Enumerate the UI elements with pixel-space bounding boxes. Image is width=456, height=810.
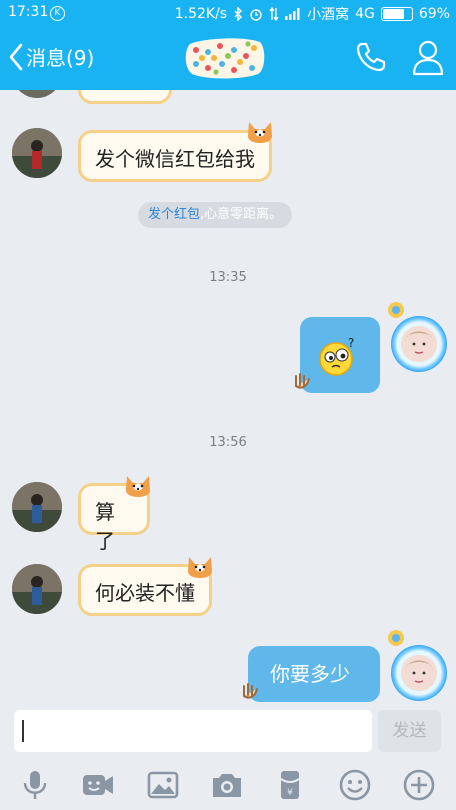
system-notice: 发个红包,心意零距离。 bbox=[138, 202, 293, 228]
microphone-icon[interactable] bbox=[18, 768, 52, 802]
back-button[interactable]: 消息(9) bbox=[8, 42, 94, 71]
contact-avatar[interactable] bbox=[12, 128, 62, 178]
corgi-icon bbox=[248, 122, 272, 143]
system-notice-text: ,心意零距离。 bbox=[200, 207, 283, 222]
crown-sticker-icon bbox=[388, 630, 404, 646]
plus-icon[interactable] bbox=[402, 768, 436, 802]
bottom-toolbar: ¥ bbox=[0, 760, 456, 810]
battery-percent: 69% bbox=[418, 6, 450, 22]
alarm-icon bbox=[250, 9, 262, 21]
message-text: 何必装不懂 bbox=[95, 581, 195, 605]
waving-hand-icon bbox=[243, 683, 258, 699]
contact-profile-icon[interactable] bbox=[410, 38, 446, 76]
corgi-icon bbox=[188, 557, 212, 578]
top-bar: 17:31 K 1.52K/s 小酒窝 4G 69% 消息(9) bbox=[0, 0, 456, 90]
k-badge-icon: K bbox=[50, 6, 65, 21]
chat-header: 消息(9) bbox=[0, 26, 456, 90]
back-label: 消息(9) bbox=[26, 46, 95, 70]
network-type: 4G bbox=[355, 6, 375, 22]
my-avatar-photo bbox=[401, 655, 437, 691]
message-text: 发个微信红包给我 bbox=[95, 147, 255, 171]
waving-hand-icon bbox=[295, 373, 310, 389]
svg-text:¥: ¥ bbox=[287, 788, 293, 798]
camera-icon[interactable] bbox=[210, 768, 244, 802]
my-avatar[interactable] bbox=[391, 316, 447, 372]
message-text: 算了 bbox=[95, 500, 115, 553]
message-text: 你要多少 bbox=[270, 662, 350, 686]
battery-icon bbox=[380, 7, 413, 21]
emoji-icon[interactable] bbox=[338, 768, 372, 802]
message-bubble-partial[interactable] bbox=[78, 90, 172, 104]
data-arrows-icon bbox=[269, 7, 279, 21]
corgi-icon bbox=[126, 476, 150, 497]
contact-avatar-partial[interactable] bbox=[12, 90, 62, 98]
network-speed: 1.52K/s bbox=[174, 6, 228, 22]
text-caret bbox=[22, 720, 24, 742]
contact-avatar[interactable] bbox=[12, 482, 62, 532]
message-bubble-incoming[interactable]: 发个微信红包给我 bbox=[78, 130, 272, 182]
signal-icon bbox=[285, 8, 300, 20]
battery-level bbox=[382, 9, 404, 19]
message-bubble-outgoing-emoji[interactable]: ? bbox=[300, 317, 380, 393]
status-right: 1.52K/s 小酒窝 4G 69% bbox=[175, 4, 450, 24]
phone-icon[interactable] bbox=[354, 40, 388, 74]
contact-avatar[interactable] bbox=[12, 564, 62, 614]
bluetooth-icon bbox=[234, 7, 243, 21]
message-bubble-outgoing[interactable]: 你要多少 bbox=[248, 646, 380, 702]
chevron-left-icon bbox=[9, 43, 23, 70]
contact-name-badge[interactable] bbox=[184, 36, 266, 80]
status-bar: 17:31 K 1.52K/s 小酒窝 4G 69% bbox=[0, 0, 456, 26]
status-time: 17:31 bbox=[8, 4, 49, 20]
my-avatar[interactable] bbox=[391, 645, 447, 701]
message-list[interactable]: 发个微信红包给我 发个红包,心意零距离。 13:35 ? 13:56 算了 何必… bbox=[0, 90, 456, 702]
red-packet-link[interactable]: 发个红包 bbox=[148, 207, 200, 222]
red-packet-icon[interactable]: ¥ bbox=[273, 768, 307, 802]
carrier-name: 小酒窝 bbox=[307, 7, 350, 23]
svg-text:?: ? bbox=[348, 337, 354, 350]
timestamp: 13:35 bbox=[209, 270, 247, 285]
crown-sticker-icon bbox=[388, 302, 404, 318]
timestamp: 13:56 bbox=[209, 435, 247, 450]
my-avatar-photo bbox=[401, 326, 437, 362]
confused-emoji-icon: ? bbox=[319, 337, 354, 376]
input-bar: 发送 bbox=[0, 702, 456, 760]
video-emoji-icon[interactable] bbox=[81, 768, 115, 802]
image-icon[interactable] bbox=[146, 768, 180, 802]
send-button[interactable]: 发送 bbox=[378, 710, 441, 752]
message-input[interactable] bbox=[14, 710, 372, 752]
